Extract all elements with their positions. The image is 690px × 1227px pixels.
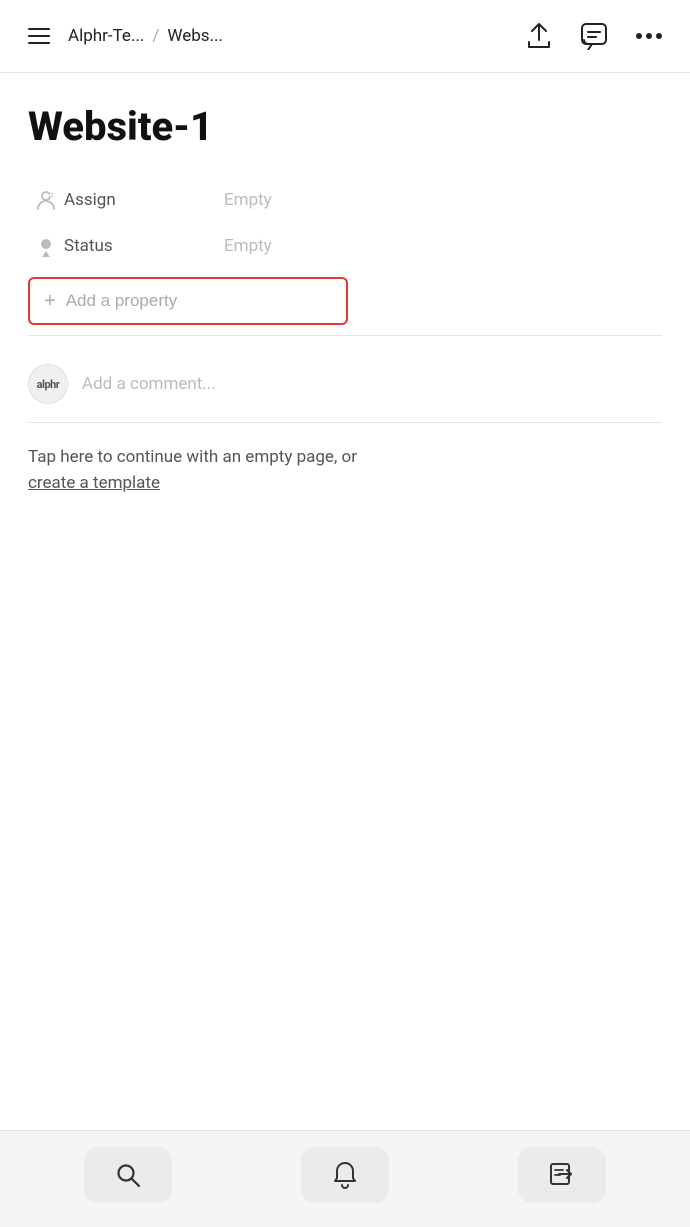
header-left: Alphr-Te... / Webs... <box>24 24 522 48</box>
empty-page-text[interactable]: Tap here to continue with an empty page,… <box>28 445 662 496</box>
status-label: Status <box>64 236 224 256</box>
more-icon <box>636 32 662 40</box>
avatar-text: alphr <box>37 378 60 391</box>
breadcrumb-item-1[interactable]: Alphr-Te... <box>68 26 144 46</box>
page-title: Website-1 <box>28 105 662 149</box>
hamburger-icon <box>28 28 50 44</box>
create-template-link[interactable]: create a template <box>28 473 160 493</box>
comments-button[interactable] <box>576 18 612 54</box>
empty-page-hint: Tap here to continue with an empty page,… <box>28 447 357 467</box>
edit-button[interactable] <box>518 1147 606 1203</box>
comment-icon <box>580 22 608 50</box>
breadcrumb-separator: / <box>152 26 159 46</box>
status-icon <box>28 235 64 257</box>
comment-row[interactable]: alphr Add a comment... <box>28 354 662 414</box>
share-icon <box>526 22 552 50</box>
share-button[interactable] <box>522 18 556 54</box>
app-header: Alphr-Te... / Webs... <box>0 0 690 73</box>
assign-value: Empty <box>224 190 272 210</box>
assign-label: Assign <box>64 190 224 210</box>
status-value: Empty <box>224 236 272 256</box>
search-button[interactable] <box>84 1147 172 1203</box>
search-icon <box>115 1162 141 1188</box>
divider-1 <box>28 335 662 336</box>
breadcrumb: Alphr-Te... / Webs... <box>68 26 223 46</box>
status-property-row[interactable]: Status Empty <box>28 223 662 269</box>
header-right <box>522 18 666 54</box>
bottom-bar <box>0 1130 690 1227</box>
assign-icon <box>28 189 64 211</box>
add-property-button[interactable]: + Add a property <box>28 277 348 325</box>
more-button[interactable] <box>632 28 666 44</box>
menu-button[interactable] <box>24 24 54 48</box>
properties-section: Assign Empty Status Empty <box>28 177 662 269</box>
divider-2 <box>28 422 662 423</box>
comment-placeholder: Add a comment... <box>82 374 216 394</box>
avatar: alphr <box>28 364 68 404</box>
add-property-label: Add a property <box>66 291 178 311</box>
bell-icon <box>332 1161 358 1189</box>
assign-property-row[interactable]: Assign Empty <box>28 177 662 223</box>
edit-icon <box>549 1162 575 1188</box>
main-content: Website-1 Assign Empty <box>0 73 690 1130</box>
breadcrumb-item-2[interactable]: Webs... <box>167 26 223 46</box>
empty-page-section: Tap here to continue with an empty page,… <box>28 445 662 496</box>
plus-icon: + <box>44 291 56 311</box>
notifications-button[interactable] <box>301 1147 389 1203</box>
